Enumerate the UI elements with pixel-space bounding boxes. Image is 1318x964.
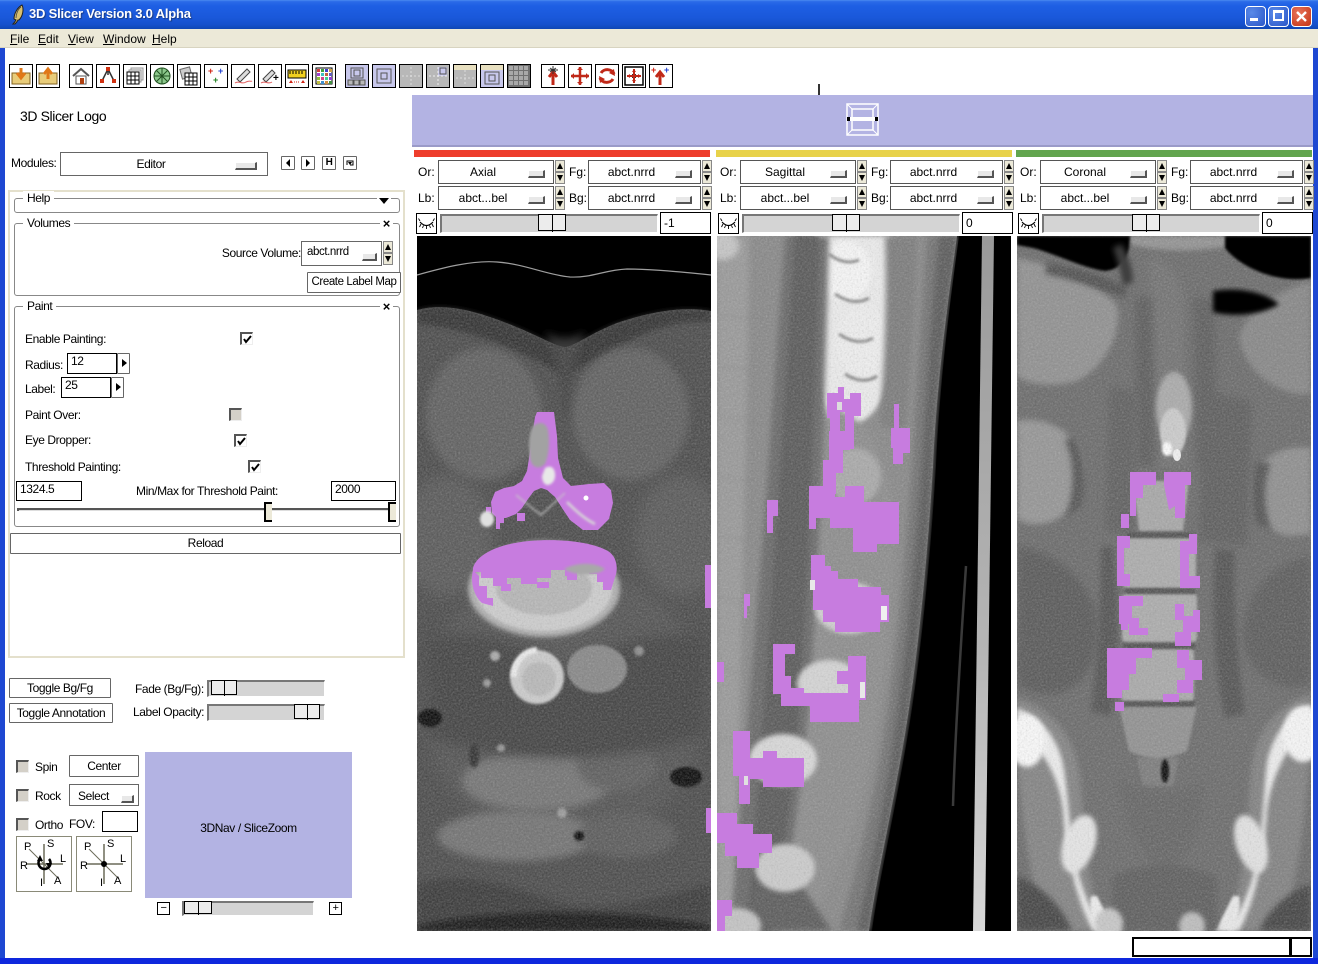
- svg-text:+: +: [213, 75, 218, 85]
- svg-text:S: S: [47, 838, 54, 850]
- svg-text:I: I: [100, 877, 103, 889]
- svg-text:P: P: [84, 841, 91, 853]
- svg-text:+: +: [664, 65, 669, 75]
- svg-text:+: +: [273, 73, 279, 84]
- svg-text:P: P: [24, 841, 31, 853]
- svg-text:I: I: [40, 877, 43, 889]
- svg-text:A: A: [114, 875, 122, 887]
- svg-text:L: L: [60, 853, 66, 865]
- svg-text:+: +: [218, 66, 223, 76]
- svg-text:A: A: [54, 875, 62, 887]
- svg-text:L: L: [120, 853, 126, 865]
- svg-text:S: S: [107, 838, 114, 850]
- svg-text:R: R: [80, 860, 88, 872]
- svg-text:+: +: [651, 65, 656, 75]
- svg-text:R: R: [20, 860, 28, 872]
